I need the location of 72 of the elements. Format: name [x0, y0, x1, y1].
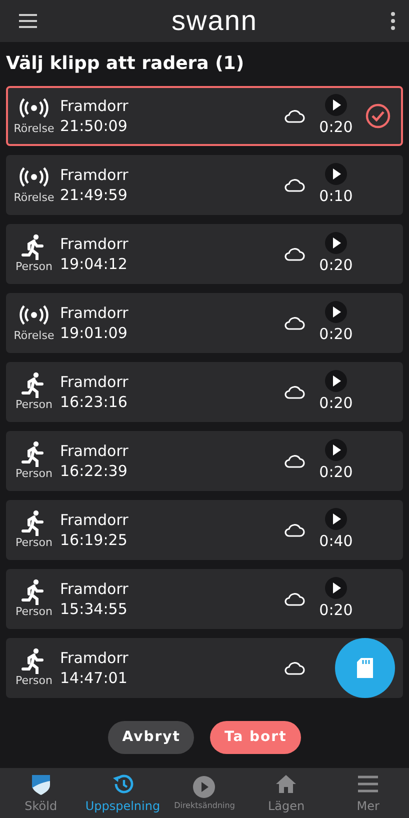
clip-item[interactable]: Person Framdorr 15:34:55 0:20	[6, 569, 403, 629]
clip-duration: 0:10	[319, 186, 353, 207]
nav-tab[interactable]: Sköld	[0, 768, 82, 818]
cloud-icon	[283, 660, 305, 676]
play-icon[interactable]	[325, 94, 347, 116]
more-icon[interactable]	[389, 10, 397, 32]
clip-duration: 0:20	[319, 462, 353, 483]
event-type-label: Rörelse	[14, 122, 54, 136]
event-type-label: Person	[16, 467, 52, 481]
camera-name: Framdorr	[60, 235, 130, 253]
clip-duration: 0:20	[319, 254, 353, 276]
event-type-label: Rörelse	[14, 329, 54, 343]
play-icon[interactable]	[325, 576, 347, 599]
event-type-label: Person	[16, 260, 52, 274]
nav-tab[interactable]: Mer	[327, 768, 409, 818]
cloud-icon	[283, 453, 305, 469]
play-icon[interactable]	[325, 232, 347, 254]
camera-name: Framdorr	[60, 511, 130, 529]
camera-name: Framdorr	[60, 304, 130, 322]
clip-time: 21:49:59	[60, 186, 128, 204]
play-circle-icon	[192, 774, 216, 798]
event-type-label: Person	[16, 536, 52, 550]
clip-time: 14:47:01	[60, 669, 128, 687]
clip-item[interactable]: Person Framdorr 19:04:12 0:20	[6, 224, 403, 284]
nav-tab[interactable]: Lägen	[245, 768, 328, 818]
clip-time: 21:50:09	[60, 117, 128, 135]
clip-item[interactable]: Rörelse Framdorr 21:49:59 0:10	[6, 155, 403, 215]
logo: swann	[172, 7, 258, 35]
cloud-icon	[283, 177, 305, 193]
camera-name: Framdorr	[60, 580, 130, 598]
clip-item[interactable]: Rörelse Framdorr 19:01:09 0:20	[6, 293, 403, 353]
cloud-icon	[283, 315, 305, 331]
clip-time: 16:19:25	[60, 531, 128, 549]
clip-time: 19:01:09	[60, 324, 128, 342]
clip-time: 19:04:12	[60, 255, 128, 273]
clip-time: 16:22:39	[60, 462, 128, 480]
camera-name: Framdorr	[60, 373, 130, 391]
play-icon[interactable]	[325, 370, 347, 392]
play-icon[interactable]	[325, 508, 347, 530]
camera-name: Framdorr	[60, 97, 130, 115]
camera-name: Framdorr	[60, 649, 130, 667]
check-circle-icon	[365, 103, 391, 129]
clip-duration: 0:40	[319, 530, 353, 552]
camera-name: Framdorr	[60, 442, 130, 460]
event-type-label: Person	[16, 674, 52, 688]
play-icon[interactable]	[325, 438, 347, 461]
clip-time: 15:34:55	[60, 600, 128, 618]
event-type-label: Rörelse	[14, 191, 54, 205]
play-icon[interactable]	[325, 300, 347, 323]
nav-tab[interactable]: Direktsändning	[164, 768, 246, 818]
cloud-icon	[283, 522, 305, 538]
clip-time: 16:23:16	[60, 393, 128, 411]
play-icon[interactable]	[325, 162, 347, 185]
cloud-icon	[283, 384, 305, 400]
cloud-icon	[283, 246, 305, 262]
clip-duration: 0:20	[319, 600, 353, 621]
event-type-label: Person	[16, 605, 52, 619]
sd-card-icon	[356, 657, 374, 679]
cancel-button[interactable]: Avbryt	[108, 721, 194, 754]
cloud-icon	[283, 591, 305, 607]
cloud-icon	[283, 108, 305, 124]
clip-item[interactable]: Person Framdorr 16:19:25 0:40	[6, 500, 403, 560]
clip-duration: 0:20	[319, 392, 353, 414]
clip-item[interactable]: Person Framdorr 16:22:39 0:20	[6, 431, 403, 491]
camera-name: Framdorr	[60, 166, 130, 184]
clip-duration: 0:20	[319, 116, 353, 138]
event-type-label: Person	[16, 398, 52, 412]
nav-tab[interactable]: Uppspelning	[82, 768, 164, 818]
clip-item[interactable]: Person Framdorr 16:23:16 0:20	[6, 362, 403, 422]
clip-duration: 0:20	[319, 324, 353, 345]
page-title: Välj klipp att radera (1)	[5, 52, 246, 76]
clip-item[interactable]: Rörelse Framdorr 21:50:09 0:20	[6, 86, 403, 146]
